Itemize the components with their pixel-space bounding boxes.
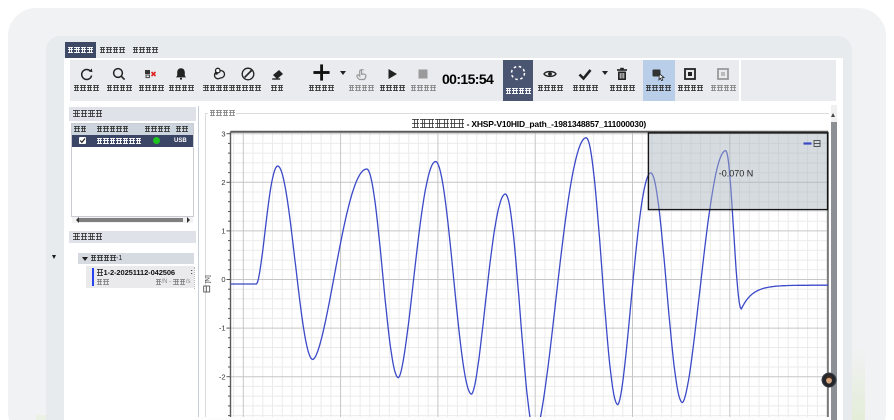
svg-text:-0.070 N: -0.070 N: [719, 169, 754, 179]
svg-text:-1: -1: [219, 324, 226, 333]
svg-text:[N]: [N]: [205, 275, 212, 284]
svg-text:1: 1: [221, 227, 225, 236]
svg-text:2: 2: [221, 178, 225, 187]
svg-text:-2: -2: [219, 372, 226, 381]
svg-text:3: 3: [221, 129, 225, 138]
svg-text:0: 0: [221, 275, 225, 284]
